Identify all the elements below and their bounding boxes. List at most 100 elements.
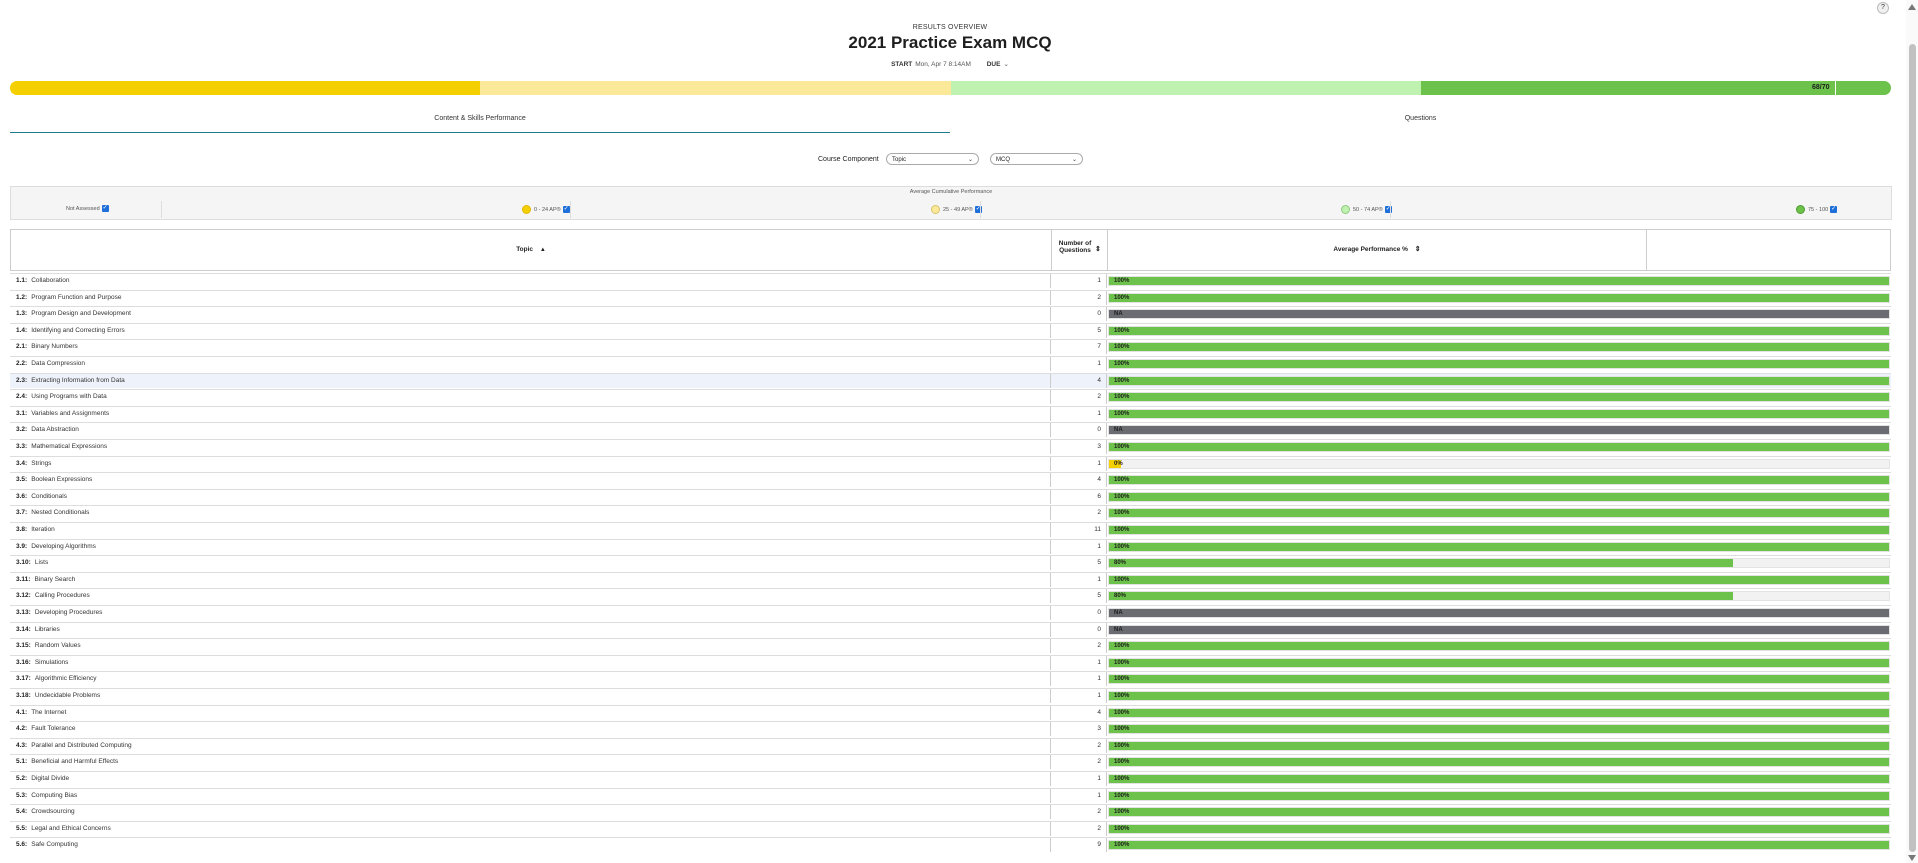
table-row[interactable]: 5.5: Legal and Ethical Concerns 2 100% [10,820,1891,836]
table-row[interactable]: 1.2: Program Function and Purpose 2 100% [10,289,1891,305]
table-row[interactable]: 3.2: Data Abstraction 0 NA [10,422,1891,438]
topic-cell[interactable]: 3.9: Developing Algorithms [16,543,96,550]
sort-icon[interactable]: ⇕ [1415,246,1421,253]
topic-cell[interactable]: 3.6: Conditionals [16,493,67,500]
topic-cell[interactable]: 5.3: Computing Bias [16,792,77,799]
topic-cell[interactable]: 3.16: Simulations [16,659,68,666]
topic-cell[interactable]: 3.14: Libraries [16,626,60,633]
table-row[interactable]: 5.4: Crowdsourcing 2 100% [10,804,1891,820]
topic-cell[interactable]: 3.13: Developing Procedures [16,609,102,616]
table-row[interactable]: 5.2: Digital Divide 1 100% [10,771,1891,786]
topic-cell[interactable]: 3.7: Nested Conditionals [16,509,89,516]
table-row[interactable]: 3.3: Mathematical Expressions 3 100% [10,439,1891,454]
table-row[interactable]: 1.1: Collaboration 1 100% [10,273,1891,288]
table-row[interactable]: 3.7: Nested Conditionals 2 100% [10,505,1891,521]
question-count: 2 [1097,393,1101,401]
topic-select[interactable]: Topic ⌄ [886,153,979,165]
table-row[interactable]: 3.13: Developing Procedures 0 NA [10,605,1891,620]
table-row[interactable]: 3.9: Developing Algorithms 1 100% [10,538,1891,554]
chevron-down-icon[interactable]: ⌄ [1003,61,1008,68]
table-row[interactable]: 3.5: Boolean Expressions 4 100% [10,472,1891,488]
checkbox-icon[interactable]: ✓ [562,206,570,213]
topic-cell[interactable]: 1.4: Identifying and Correcting Errors [16,327,125,334]
topic-cell[interactable]: 3.12: Calling Procedures [16,592,90,599]
topic-cell[interactable]: 2.1: Binary Numbers [16,343,78,350]
table-row[interactable]: 3.17: Algorithmic Efficiency 1 100% [10,671,1891,687]
legend-25-49[interactable]: 25 - 49 AP® ✓ [570,201,982,218]
tab-questions[interactable]: Questions [950,112,1891,132]
topic-cell[interactable]: 3.5: Boolean Expressions [16,476,92,483]
scroll-thumb[interactable] [1909,44,1916,852]
topic-cell[interactable]: 2.2: Data Compression [16,360,85,367]
tab-content-skills[interactable]: Content & Skills Performance [10,112,950,133]
legend-not-assessed[interactable]: Not Assessed ✓ [11,201,161,218]
vertical-scrollbar[interactable] [1906,0,1918,863]
table-row[interactable]: 3.14: Libraries 0 NA [10,621,1891,637]
topic-cell[interactable]: 5.1: Beneficial and Harmful Effects [16,758,118,765]
legend-75-100[interactable]: 75 - 100 ✓ [1390,201,1892,218]
table-row[interactable]: 1.4: Identifying and Correcting Errors 5 10… [10,322,1891,338]
table-row[interactable]: 3.12: Calling Procedures 5 80% [10,588,1891,604]
topic-cell[interactable]: 3.4: Strings [16,460,51,467]
table-row[interactable]: 5.3: Computing Bias 1 100% [10,787,1891,803]
table-row[interactable]: 3.8: Iteration 11 100% [10,522,1891,537]
scroll-down-arrow-icon[interactable] [1908,855,1916,861]
table-row[interactable]: 5.1: Beneficial and Harmful Effects 2 100% [10,754,1891,770]
table-row[interactable]: 4.3: Parallel and Distributed Computing 2 1… [10,737,1891,753]
type-select[interactable]: MCQ ⌄ [990,153,1083,165]
topic-cell[interactable]: 3.17: Algorithmic Efficiency [16,675,96,682]
table-row[interactable]: 3.16: Simulations 1 100% [10,654,1891,670]
table-row[interactable]: 3.1: Variables and Assignments 1 100% [10,405,1891,421]
column-header-topic[interactable]: Topic ▲ [11,230,1051,270]
topic-cell[interactable]: 3.2: Data Abstraction [16,426,79,433]
table-row[interactable]: 3.15: Random Values 2 100% [10,638,1891,654]
checkbox-icon[interactable]: ✓ [101,205,109,212]
column-header-performance[interactable]: Average Performance % ⇕ [1108,230,1646,270]
legend-50-74[interactable]: 50 - 74 AP® ✓ [980,201,1392,218]
topic-cell[interactable]: 1.1: Collaboration [16,277,70,284]
topic-cell[interactable]: 4.1: The Internet [16,709,66,716]
table-row[interactable]: 2.2: Data Compression 1 100% [10,356,1891,371]
table-row[interactable]: 3.10: Lists 5 80% [10,555,1891,571]
topic-cell[interactable]: 5.4: Crowdsourcing [16,808,75,815]
topic-cell[interactable]: 3.15: Random Values [16,642,81,649]
sort-icon[interactable]: ⇕ [1095,245,1101,253]
table-row[interactable]: 5.6: Safe Computing 9 100% [10,837,1891,853]
table-row[interactable]: 3.11: Binary Search 1 100% [10,571,1891,587]
table-row[interactable]: 3.4: Strings 1 0% [10,455,1891,471]
topic-cell[interactable]: 3.11: Binary Search [16,576,75,583]
table-row[interactable]: 4.1: The Internet 4 100% [10,704,1891,720]
table-row[interactable]: 4.2: Fault Tolerance 3 100% [10,721,1891,737]
checkbox-icon[interactable]: ✓ [1830,206,1838,213]
topic-cell[interactable]: 3.8: Iteration [16,526,55,533]
scroll-up-arrow-icon[interactable] [1908,4,1916,10]
table-row[interactable]: 2.3: Extracting Information from Data 4 100… [10,372,1891,388]
legend-0-24[interactable]: 0 - 24 AP® ✓ [161,201,571,218]
table-row[interactable]: 3.18: Undecidable Problems 1 100% [10,688,1891,703]
topic-cell[interactable]: 5.2: Digital Divide [16,775,69,782]
topic-cell[interactable]: 5.6: Safe Computing [16,841,78,848]
sort-ascending-icon[interactable]: ▲ [540,247,546,253]
topic-cell[interactable]: 3.3: Mathematical Expressions [16,443,107,450]
topic-cell[interactable]: 2.3: Extracting Information from Data [16,377,125,384]
topic-cell[interactable]: 4.2: Fault Tolerance [16,725,76,732]
chevron-down-icon: ⌄ [967,157,973,163]
table-row[interactable]: 2.1: Binary Numbers 7 100% [10,339,1891,355]
column-divider [1106,406,1107,421]
help-icon[interactable]: ? [1877,2,1889,14]
topic-cell[interactable]: 1.3: Program Design and Development [16,310,131,317]
column-header-count[interactable]: Number of Questions ⇕ [1052,230,1107,270]
topic-cell[interactable]: 3.1: Variables and Assignments [16,410,109,417]
topic-cell[interactable]: 2.4: Using Programs with Data [16,393,107,400]
topic-cell[interactable]: 1.2: Program Function and Purpose [16,294,122,301]
column-divider [1106,821,1107,836]
topic-cell[interactable]: 3.10: Lists [16,559,48,566]
topic-cell[interactable]: 4.3: Parallel and Distributed Computing [16,742,132,749]
topic-cell[interactable]: 5.5: Legal and Ethical Concerns [16,825,111,832]
table-row[interactable]: 1.3: Program Design and Development 0 NA [10,306,1891,322]
topic-cell[interactable]: 3.18: Undecidable Problems [16,692,100,699]
table-row[interactable]: 3.6: Conditionals 6 100% [10,488,1891,504]
due-label[interactable]: DUE [987,61,1001,68]
table-row[interactable]: 2.4: Using Programs with Data 2 100% [10,389,1891,405]
performance-bar-fill [1109,625,1889,634]
